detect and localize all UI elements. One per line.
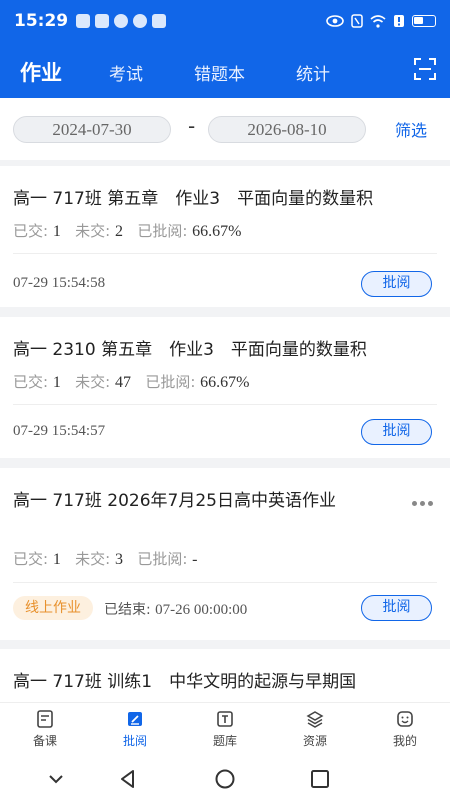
app-notification-icon xyxy=(95,14,110,28)
battery-icon xyxy=(412,15,436,27)
system-status-icons xyxy=(326,14,436,28)
submitted-count: 1 xyxy=(52,551,61,568)
review-button[interactable]: 批阅 xyxy=(361,595,432,621)
photo-notification-icon xyxy=(76,14,91,28)
tab-homework[interactable]: 作业 xyxy=(20,57,62,87)
assignment-title: 高一 717班 第五章 作业3 平面向量的数量积 xyxy=(13,189,374,209)
nav-label: 备课 xyxy=(32,734,57,748)
eye-icon xyxy=(326,15,344,27)
unsubmitted-count: 47 xyxy=(115,374,131,391)
assignment-title: 高一 717班 训练1 中华文明的起源与早期国家 xyxy=(13,672,357,692)
reviewed-rate: 66.67% xyxy=(200,374,250,391)
unsubmitted-count: 3 xyxy=(115,551,123,568)
ended-label: 已结束: xyxy=(104,602,151,618)
top-tab-bar: 作业 考试 错题本 统计 xyxy=(0,42,450,98)
unsubmitted-label: 未交: xyxy=(75,373,111,391)
system-navigation-bar xyxy=(0,758,450,800)
submitted-label: 已交: xyxy=(13,373,49,391)
submitted-label: 已交: xyxy=(13,550,49,568)
browser-notification-icon xyxy=(114,14,129,28)
nfc-icon xyxy=(351,14,363,28)
assignment-list: 高一 717班 第五章 作业3 平面向量的数量积 已交: 1 未交: 2 已批阅… xyxy=(0,160,450,702)
status-bar: 15:29 xyxy=(0,0,450,42)
reviewed-rate: 66.67% xyxy=(192,223,242,240)
nav-label: 批阅 xyxy=(122,734,147,748)
card-divider xyxy=(13,253,437,254)
assignment-time: 07-29 15:54:58 xyxy=(13,275,106,291)
ended-info: 已结束: 07-26 00:00:00 xyxy=(104,599,247,619)
review-button[interactable]: 批阅 xyxy=(361,419,432,445)
tab-mistake-book[interactable]: 错题本 xyxy=(194,60,245,85)
reviewed-label: 已批阅: xyxy=(137,222,188,240)
review-button[interactable]: 批阅 xyxy=(361,271,432,297)
nav-lesson-prep[interactable]: 备课 xyxy=(0,709,90,749)
tab-exams[interactable]: 考试 xyxy=(109,60,143,85)
assignment-time: 07-29 15:54:57 xyxy=(13,423,106,439)
game-notification-icon xyxy=(133,14,148,28)
wifi-icon xyxy=(370,14,386,28)
unsubmitted-label: 未交: xyxy=(75,222,111,240)
status-time: 15:29 xyxy=(14,11,69,31)
tab-statistics[interactable]: 统计 xyxy=(296,60,330,85)
assignment-stats: 已交: 1 未交: 47 已批阅: 66.67% xyxy=(13,371,249,392)
recent-apps-icon[interactable] xyxy=(309,768,331,790)
assignment-card[interactable]: 高一 717班 2026年7月25日高中英语作业 已交: 1 未交: 3 已批阅… xyxy=(0,468,450,640)
card-divider xyxy=(13,404,437,405)
bottom-navigation: 备课 批阅 题库 资源 我的 xyxy=(0,702,450,758)
filter-button[interactable]: 筛选 xyxy=(395,117,427,141)
scan-icon[interactable] xyxy=(414,58,436,80)
assignment-card[interactable]: 高一 717班 第五章 作业3 平面向量的数量积 已交: 1 未交: 2 已批阅… xyxy=(0,166,450,307)
assignment-card[interactable]: 高一 2310 第五章 作业3 平面向量的数量积 已交: 1 未交: 47 已批… xyxy=(0,317,450,458)
reviewed-label: 已批阅: xyxy=(137,550,188,568)
notification-icons xyxy=(76,14,167,28)
assignment-title: 高一 717班 2026年7月25日高中英语作业 xyxy=(13,491,336,511)
alert-icon xyxy=(394,15,404,27)
date-filter-bar: 2024-07-30 - 2026-08-10 筛选 xyxy=(0,98,450,160)
cloud-notification-icon xyxy=(152,14,167,28)
review-icon xyxy=(128,712,142,726)
more-options-icon[interactable] xyxy=(412,498,436,508)
submitted-count: 1 xyxy=(52,374,61,391)
submitted-count: 1 xyxy=(52,223,61,240)
reviewed-label: 已批阅: xyxy=(145,373,196,391)
nav-question-bank[interactable]: 题库 xyxy=(180,709,270,749)
start-date-picker[interactable]: 2024-07-30 xyxy=(13,116,171,143)
assignment-stats: 已交: 1 未交: 3 已批阅: - xyxy=(13,548,197,569)
home-icon[interactable] xyxy=(214,768,236,790)
assignment-stats: 已交: 1 未交: 2 已批阅: 66.67% xyxy=(13,220,241,241)
nav-resources[interactable]: 资源 xyxy=(270,709,360,749)
online-homework-tag: 线上作业 xyxy=(13,596,93,620)
unsubmitted-label: 未交: xyxy=(75,550,111,568)
question-bank-icon xyxy=(217,711,233,727)
reviewed-rate: - xyxy=(192,551,198,568)
date-separator: - xyxy=(188,114,196,138)
collapse-icon[interactable] xyxy=(45,768,67,790)
resources-icon xyxy=(306,711,324,728)
end-date-picker[interactable]: 2026-08-10 xyxy=(208,116,366,143)
profile-icon xyxy=(397,711,413,727)
nav-label: 资源 xyxy=(302,734,327,748)
nav-profile[interactable]: 我的 xyxy=(360,709,450,749)
assignment-title: 高一 2310 第五章 作业3 平面向量的数量积 xyxy=(13,340,367,360)
ended-time: 07-26 00:00:00 xyxy=(155,602,248,618)
nav-label: 题库 xyxy=(212,734,237,748)
nav-label: 我的 xyxy=(392,734,417,748)
back-icon[interactable] xyxy=(117,768,139,790)
nav-review[interactable]: 批阅 xyxy=(90,709,180,749)
assignment-card[interactable]: 高一 717班 训练1 中华文明的起源与早期国家 xyxy=(0,649,450,702)
submitted-label: 已交: xyxy=(13,222,49,240)
unsubmitted-count: 2 xyxy=(115,223,123,240)
card-divider xyxy=(13,582,437,583)
lesson-prep-icon xyxy=(37,710,53,728)
